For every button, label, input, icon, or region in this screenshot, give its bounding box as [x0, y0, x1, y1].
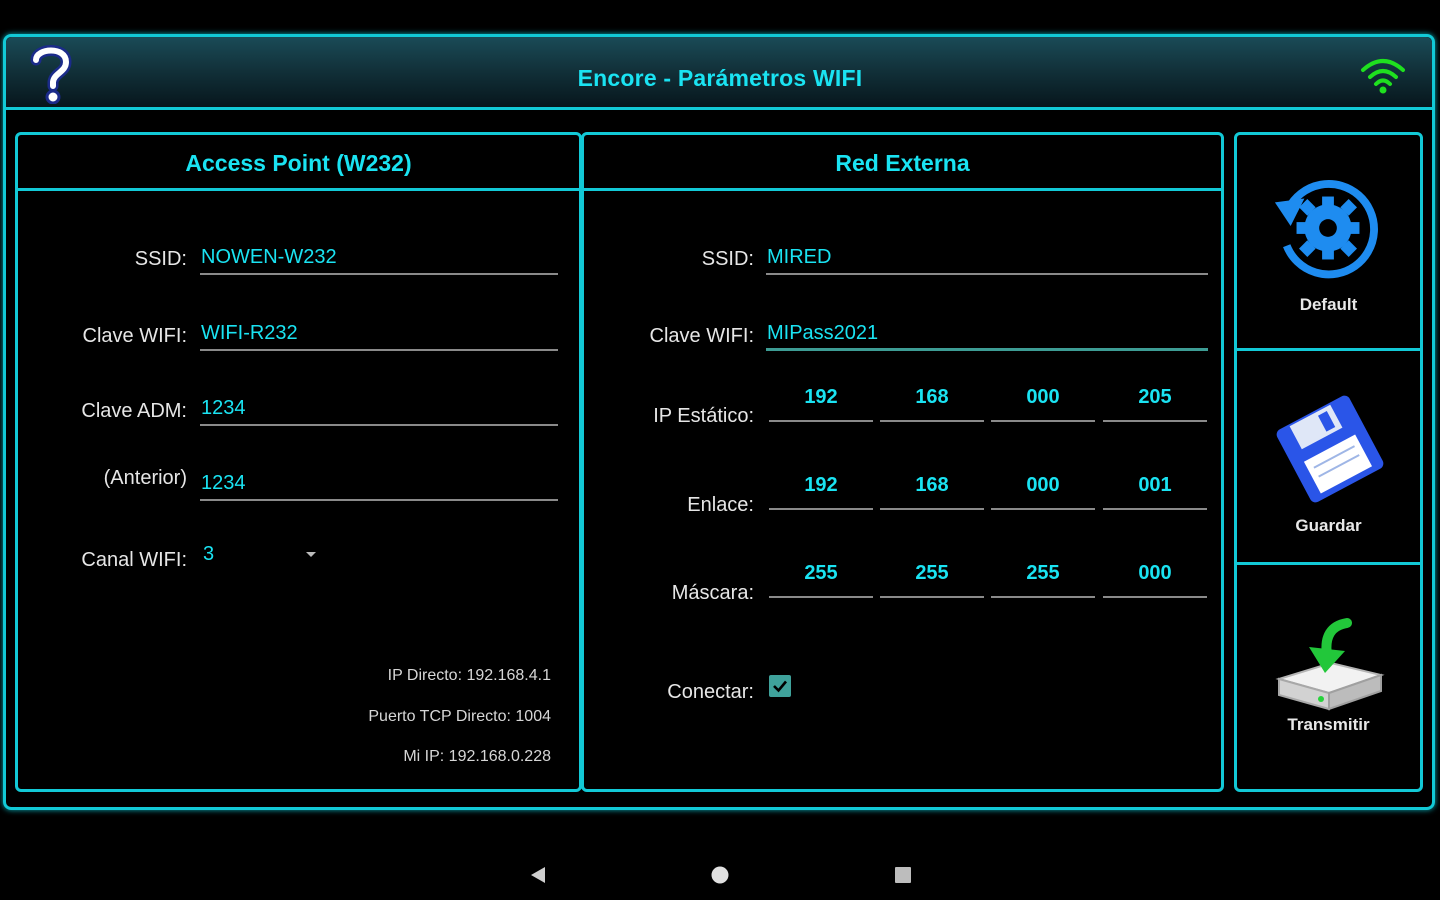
save-label: Guardar — [1295, 516, 1362, 535]
page-title: Encore - Parámetros WIFI — [577, 65, 863, 91]
gateway-octet-4[interactable]: 001 — [1103, 474, 1207, 510]
mask-octet-4[interactable]: 000 — [1103, 562, 1207, 598]
ext-ssid-input[interactable]: MIRED — [766, 245, 1208, 275]
wifi-signal-icon — [1361, 59, 1405, 94]
ap-wifi-key-input[interactable]: WIFI-R232 — [200, 321, 558, 351]
mask-octet-3[interactable]: 255 — [991, 562, 1095, 598]
ap-previous-key-input[interactable]: 1234 — [200, 471, 558, 501]
recents-square-icon[interactable] — [894, 866, 912, 884]
gateway-label: Enlace: — [687, 494, 754, 516]
home-circle-icon[interactable] — [711, 866, 729, 884]
access-point-title: Access Point (W232) — [18, 135, 579, 191]
gateway-octet-3[interactable]: 000 — [991, 474, 1095, 510]
ext-wifi-key-input[interactable]: MIPass2021 — [766, 321, 1208, 351]
ap-previous-key-label: (Anterior) — [103, 467, 187, 489]
transmit-button[interactable]: Transmitir — [1237, 567, 1420, 789]
default-button[interactable]: Default — [1237, 135, 1420, 351]
ap-direct-tcp-port: Puerto TCP Directo: 1004 — [368, 708, 551, 725]
back-triangle-icon[interactable] — [529, 866, 547, 884]
access-point-panel: Access Point (W232) SSID: NOWEN-W232 Cla… — [15, 132, 582, 792]
static-ip-octet-3[interactable]: 000 — [991, 386, 1095, 422]
download-to-drive-icon — [1275, 618, 1385, 711]
mask-octet-1[interactable]: 255 — [769, 562, 873, 598]
actions-panel: Default Guardar Transmitir — [1234, 132, 1423, 792]
ext-ssid-label: SSID: — [701, 248, 754, 270]
static-ip-octet-4[interactable]: 205 — [1103, 386, 1207, 422]
floppy-disk-icon — [1276, 395, 1384, 503]
mask-octet-2[interactable]: 255 — [880, 562, 984, 598]
static-ip-octet-1[interactable]: 192 — [769, 386, 873, 422]
ap-admin-key-input[interactable]: 1234 — [200, 396, 558, 426]
connect-label: Conectar: — [667, 681, 754, 703]
ap-channel-select[interactable]: 3 — [203, 543, 323, 573]
gateway-octet-2[interactable]: 168 — [880, 474, 984, 510]
external-network-panel: Red Externa SSID: MIRED Clave WIFI: MIPa… — [581, 132, 1224, 792]
ap-channel-label: Canal WIFI: — [81, 549, 187, 571]
ap-direct-ip: IP Directo: 192.168.4.1 — [387, 667, 551, 684]
static-ip-octet-2[interactable]: 168 — [880, 386, 984, 422]
gateway-octet-1[interactable]: 192 — [769, 474, 873, 510]
ap-admin-key-label: Clave ADM: — [81, 400, 187, 422]
save-button[interactable]: Guardar — [1237, 351, 1420, 565]
chevron-down-icon — [306, 552, 316, 557]
reset-settings-icon — [1274, 180, 1378, 279]
ext-wifi-key-label: Clave WIFI: — [649, 325, 754, 347]
default-label: Default — [1299, 295, 1358, 314]
ap-channel-value: 3 — [203, 543, 215, 565]
ap-ssid-input[interactable]: NOWEN-W232 — [200, 245, 558, 275]
connect-checkbox[interactable] — [769, 675, 791, 697]
ap-my-ip: Mi IP: 192.168.0.228 — [403, 748, 551, 765]
mask-label: Máscara: — [671, 582, 754, 604]
ap-wifi-key-label: Clave WIFI: — [82, 325, 187, 347]
static-ip-label: IP Estático: — [653, 405, 754, 427]
transmit-label: Transmitir — [1287, 715, 1370, 734]
ap-ssid-label: SSID: — [134, 248, 187, 270]
external-network-title: Red Externa — [584, 135, 1221, 191]
